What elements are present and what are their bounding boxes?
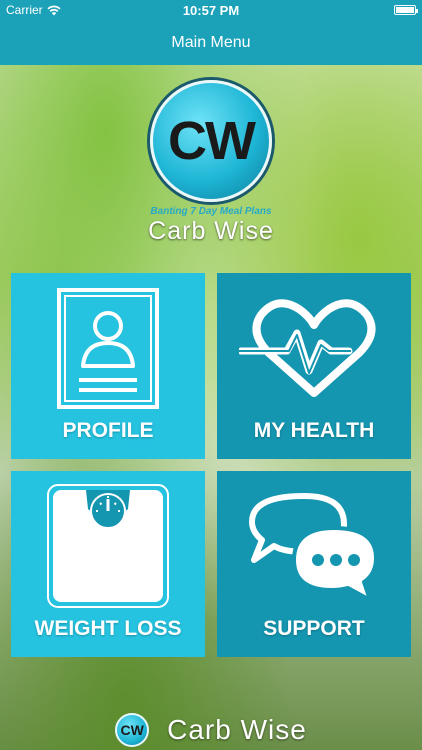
scale-icon bbox=[47, 484, 169, 608]
logo-initials: CW bbox=[168, 111, 256, 171]
carrier-label: Carrier bbox=[6, 3, 43, 17]
footer-logo: CW bbox=[115, 713, 150, 747]
carrier-group: Carrier bbox=[6, 3, 61, 17]
app-logo: CW bbox=[150, 80, 272, 202]
wifi-icon bbox=[47, 5, 61, 15]
nav-bar: Main Menu bbox=[0, 20, 422, 65]
my-health-button[interactable]: MY HEALTH bbox=[217, 273, 411, 459]
profile-card-icon bbox=[57, 287, 159, 409]
heart-pulse-icon bbox=[239, 299, 376, 397]
page-title: Main Menu bbox=[171, 33, 251, 51]
status-bar: Carrier 10:57 PM bbox=[0, 0, 422, 20]
logo-brand: Carb Wise bbox=[148, 217, 274, 245]
profile-button[interactable]: PROFILE bbox=[11, 273, 205, 459]
chat-bubbles-icon bbox=[249, 493, 378, 602]
status-time: 10:57 PM bbox=[182, 2, 240, 18]
weight-loss-button[interactable]: WEIGHT LOSS bbox=[11, 471, 205, 657]
footer-brand: CW Carb Wise bbox=[0, 710, 422, 750]
footer-logo-initials: CW bbox=[120, 722, 144, 738]
logo-tagline: Banting 7 Day Meal Plans bbox=[150, 206, 272, 217]
support-button[interactable]: SUPPORT bbox=[217, 471, 411, 657]
footer-brand-name: Carb Wise bbox=[167, 714, 307, 745]
battery-icon bbox=[394, 5, 418, 15]
